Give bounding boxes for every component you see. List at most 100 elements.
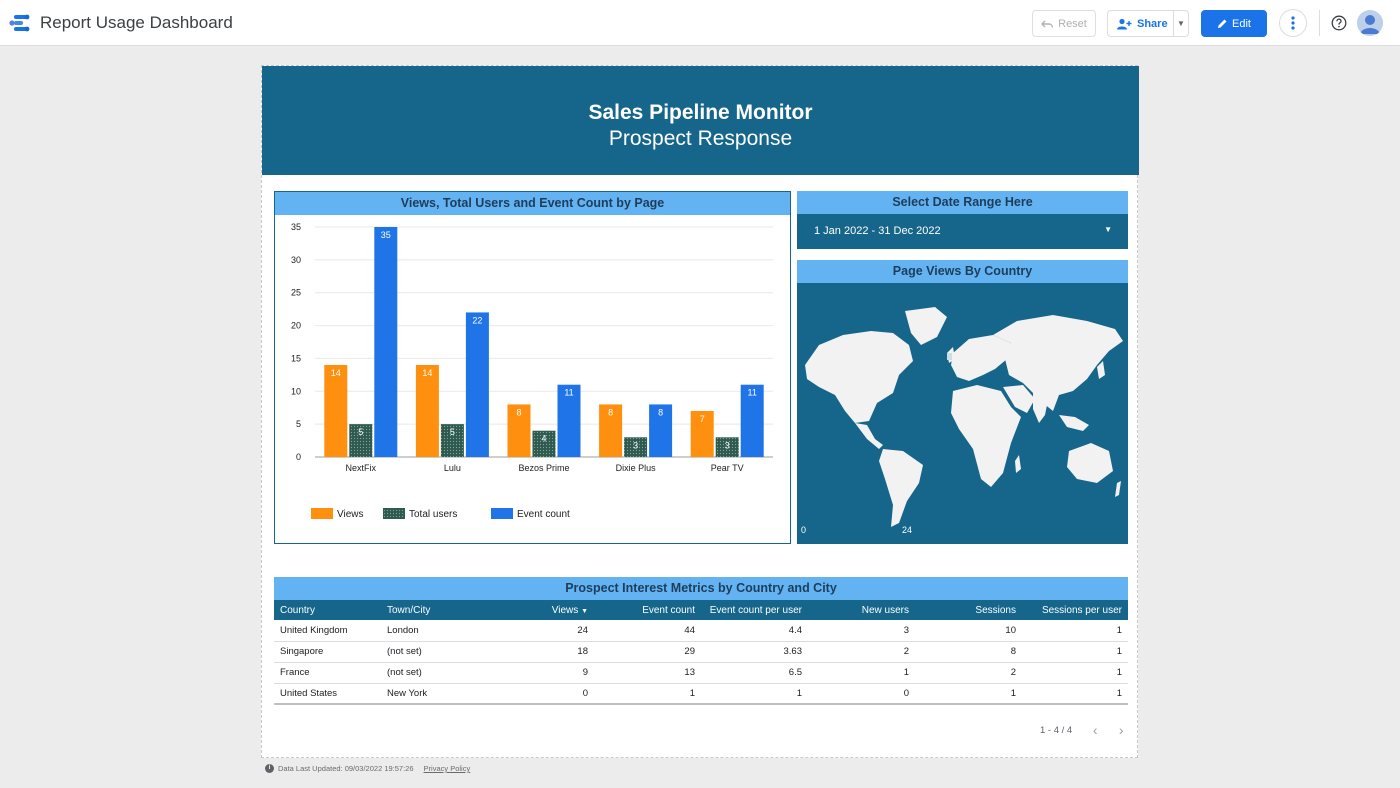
y-tick-label: 35 (291, 222, 301, 232)
bar-data-label: 8 (608, 407, 613, 417)
y-tick-label: 15 (291, 353, 301, 363)
cell-new-users: 1 (903, 667, 909, 678)
cell-views: 24 (577, 624, 588, 636)
map-region-south-america (879, 449, 923, 527)
date-range-value[interactable]: 1 Jan 2022 - 31 Dec 2022 (814, 225, 941, 237)
date-range-caret-icon[interactable]: ▼ (1104, 225, 1112, 234)
bar-data-label: 14 (331, 368, 341, 378)
column-header-sessions[interactable]: Sessions (915, 600, 1022, 620)
help-icon (1331, 15, 1347, 31)
user-avatar-icon[interactable] (1357, 10, 1383, 36)
cell-sessions-per-user: 1 (1116, 667, 1122, 678)
report-title[interactable]: Report Usage Dashboard (40, 13, 233, 33)
legend-label: Event count (517, 509, 570, 520)
bar (374, 227, 398, 457)
cell-town-city: London (387, 624, 419, 636)
table-row[interactable]: Singapore (not set) 18 29 3.63 2 8 1 (274, 641, 1128, 662)
cell-views: 0 (582, 687, 588, 699)
bar-chart-title: Views, Total Users and Event Count by Pa… (275, 192, 790, 215)
map-legend-max: 24 (902, 525, 913, 535)
map-region-north-america (805, 331, 913, 423)
bar-chart[interactable]: 0 5 10 15 20 25 30 35 14 5 35 NextFix 14 5 22 Lulu 8 4 11 B… (275, 215, 790, 543)
edit-button[interactable]: Edit (1201, 10, 1267, 37)
bar-data-label: 8 (658, 407, 663, 417)
bar-data-label: 4 (541, 434, 546, 444)
cell-country: United Kingdom (280, 624, 348, 636)
bar-data-label: 35 (381, 230, 391, 240)
cell-sessions-per-user: 1 (1116, 624, 1122, 636)
legend-label: Views (337, 509, 364, 520)
map-region-madagascar (1015, 455, 1021, 473)
report-canvas: Sales Pipeline Monitor Prospect Response… (261, 65, 1139, 758)
help-button[interactable] (1325, 9, 1353, 37)
world-map[interactable] (797, 283, 1128, 544)
column-header-new-users[interactable]: New users (808, 600, 915, 620)
report-footer: i Data Last Updated: 09/03/2022 19:57:26… (265, 764, 470, 773)
legend-label: Total users (409, 509, 457, 520)
cell-views: 9 (582, 667, 588, 678)
bar-chart-panel[interactable]: Views, Total Users and Event Count by Pa… (274, 191, 791, 544)
cell-event-count: 13 (684, 667, 695, 678)
reset-button[interactable]: Reset (1032, 10, 1096, 37)
table-pagination: 1 - 4 / 4 ‹ › (1040, 722, 1132, 738)
table-row[interactable]: United States New York 0 1 1 0 1 1 (274, 683, 1128, 704)
bar-data-label: 5 (450, 427, 455, 437)
map-region-africa (951, 385, 1021, 487)
cell-sessions-per-user: 1 (1116, 687, 1122, 699)
undo-icon (1041, 20, 1054, 28)
bar-data-label: 8 (516, 407, 521, 417)
cell-event-count: 29 (684, 646, 695, 657)
bar-data-label: 14 (422, 368, 432, 378)
column-header-event-count-per-user[interactable]: Event count per user (701, 600, 808, 620)
cell-new-users: 2 (903, 646, 909, 657)
cell-country: France (280, 667, 310, 678)
bar (465, 312, 489, 457)
bar (415, 365, 439, 457)
column-header-event-count[interactable]: Event count (594, 600, 701, 620)
share-options-dropdown[interactable]: ▼ (1173, 11, 1188, 36)
previous-page-icon[interactable]: ‹ (1084, 722, 1106, 738)
column-header-country[interactable]: Country (274, 600, 381, 620)
bar-data-label: 7 (700, 414, 705, 424)
cell-event-count: 1 (689, 687, 695, 699)
column-header-sessions-per-user[interactable]: Sessions per user (1022, 600, 1128, 620)
more-options-button[interactable] (1279, 9, 1307, 37)
geo-map-panel[interactable]: Page Views By Country 0 24 (797, 260, 1128, 544)
map-region-southeast-asia (1059, 415, 1089, 431)
cell-town-city: New York (387, 687, 428, 699)
cell-sessions-per-user: 1 (1116, 646, 1122, 657)
table-row[interactable]: France (not set) 9 13 6.5 1 2 1 (274, 662, 1128, 683)
privacy-policy-link[interactable]: Privacy Policy (424, 764, 471, 773)
share-button[interactable]: Share ▼ (1107, 10, 1189, 37)
map-region-europe (951, 335, 1011, 381)
map-region-new-zealand (1115, 481, 1121, 497)
cell-country: Singapore (280, 646, 324, 657)
data-last-updated: Data Last Updated: 09/03/2022 19:57:26 (278, 764, 414, 773)
legend-swatch (311, 508, 333, 519)
map-region-central-america (855, 423, 883, 449)
y-tick-label: 30 (291, 255, 301, 265)
cell-town-city: (not set) (387, 646, 422, 657)
map-region-japan (1097, 361, 1105, 379)
cell-sessions: 2 (1010, 667, 1016, 678)
data-studio-logo-icon[interactable] (8, 12, 30, 34)
cell-event-count-per-user: 3.63 (783, 646, 803, 657)
metrics-table-title: Prospect Interest Metrics by Country and… (274, 577, 1128, 600)
add-person-icon (1117, 18, 1132, 29)
next-page-icon[interactable]: › (1110, 722, 1132, 738)
top-app-bar: Report Usage Dashboard Reset Share ▼ Edi… (0, 0, 1400, 46)
report-subheading: Prospect Response (608, 127, 793, 150)
x-tick-label: Lulu (444, 463, 461, 473)
column-header-views-label: Views (551, 604, 579, 616)
bar-data-label: 3 (725, 440, 730, 450)
table-row[interactable]: United Kingdom London 24 44 4.4 3 10 1 (274, 620, 1128, 641)
column-header-views[interactable]: Views ▼ (488, 600, 594, 620)
report-heading: Sales Pipeline Monitor (588, 101, 813, 124)
map-region-australia (1067, 443, 1113, 483)
cell-event-count: 44 (684, 624, 695, 636)
date-range-control[interactable]: Select Date Range Here 1 Jan 2022 - 31 D… (797, 191, 1128, 249)
cell-sessions: 10 (1005, 624, 1016, 636)
column-header-town-city[interactable]: Town/City (381, 600, 488, 620)
edit-label: Edit (1232, 17, 1251, 30)
cell-event-count-per-user: 6.5 (788, 667, 802, 678)
